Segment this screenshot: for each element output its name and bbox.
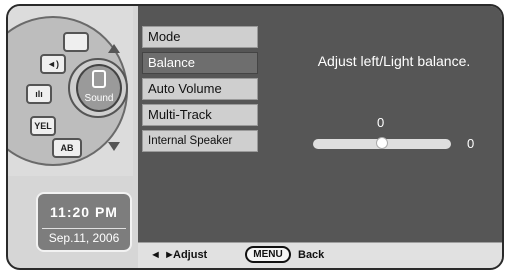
- caption-icon[interactable]: YEL: [30, 116, 56, 136]
- balance-slider[interactable]: [313, 137, 451, 149]
- balance-slider-knob[interactable]: [376, 137, 388, 149]
- clock-date: Sep.11, 2006: [42, 228, 126, 247]
- speaker-icon[interactable]: ◄): [40, 54, 66, 74]
- adjust-label: Adjust: [173, 249, 208, 261]
- balance-description: Adjust left/Light balance.: [317, 53, 471, 69]
- menu-item-multi-track[interactable]: Multi-Track: [142, 104, 258, 126]
- clock-time: 11:20 PM: [50, 204, 118, 220]
- balance-value-center: 0: [377, 115, 385, 130]
- back-label: Back: [298, 249, 325, 261]
- arrow-up-icon[interactable]: [108, 44, 120, 53]
- menu-item-internal-speaker[interactable]: Internal Speaker: [142, 130, 258, 152]
- wheel-zone: ◄) ılı YEL AB Sound: [8, 6, 133, 176]
- left-right-arrows-icon: ◄ ►: [150, 249, 175, 261]
- osd-frame: ◄) ılı YEL AB Sound 11:20 PM Sep.11, 200…: [6, 4, 504, 270]
- menu-list: Mode Balance Auto Volume Multi-Track Int…: [142, 26, 258, 156]
- menu-item-auto-volume[interactable]: Auto Volume: [142, 78, 258, 100]
- menu-item-balance[interactable]: Balance: [142, 52, 258, 74]
- sound-icon: [92, 70, 106, 88]
- ab-icon[interactable]: AB: [52, 138, 82, 158]
- menu-item-mode[interactable]: Mode: [142, 26, 258, 48]
- sound-label: Sound: [84, 93, 114, 104]
- menu-button[interactable]: MENU: [245, 246, 291, 263]
- equalizer-icon[interactable]: ılı: [26, 84, 52, 104]
- sound-menu-panel: Mode Balance Auto Volume Multi-Track Int…: [138, 6, 502, 268]
- clock-box: 11:20 PM Sep.11, 2006: [36, 192, 132, 252]
- balance-value-right: 0: [467, 136, 475, 151]
- picture-icon[interactable]: [63, 32, 89, 52]
- arrow-down-icon[interactable]: [108, 142, 120, 151]
- footer-bar: ◄ ► Adjust MENU Back: [138, 242, 502, 268]
